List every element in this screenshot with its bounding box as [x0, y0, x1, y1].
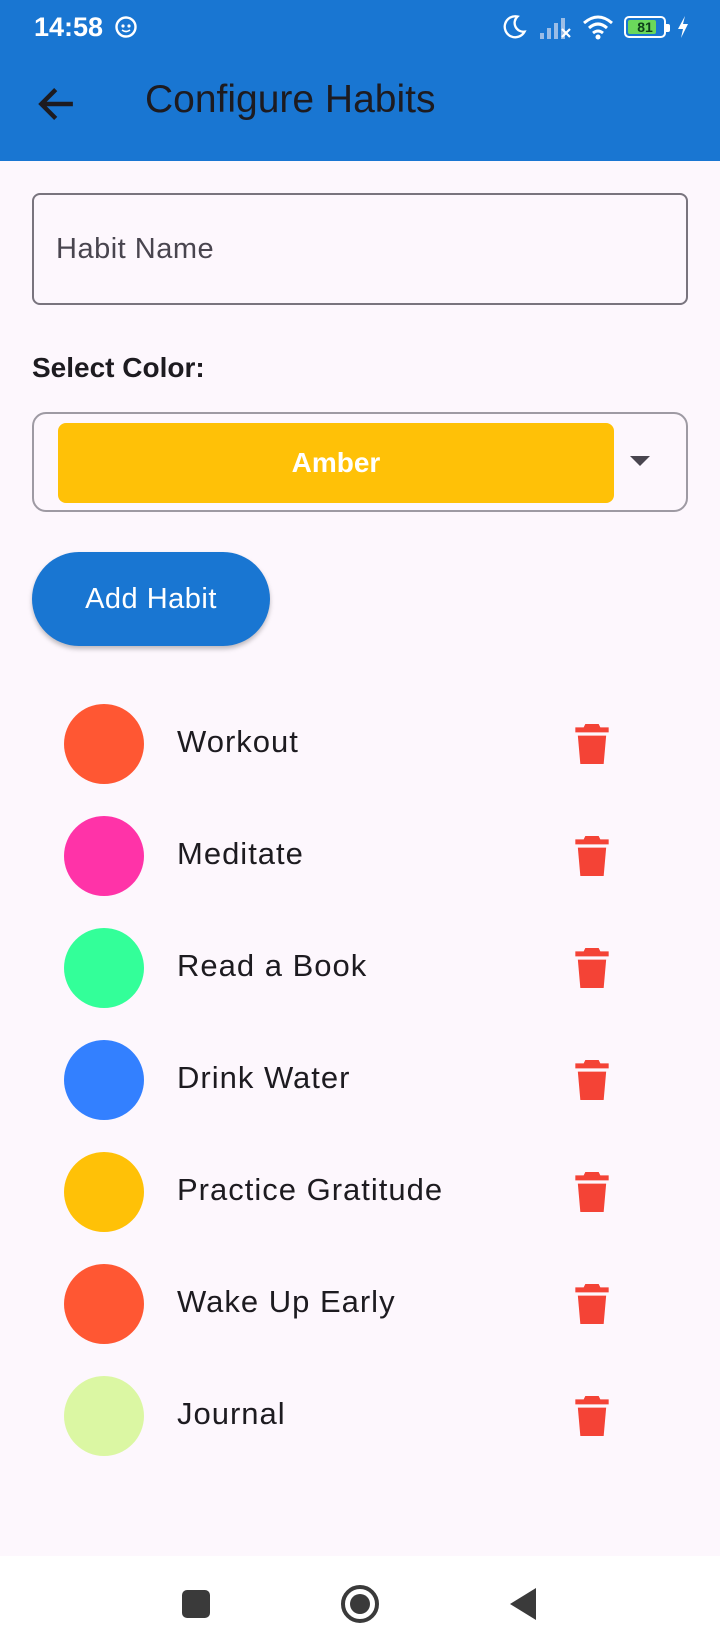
- habit-row[interactable]: Meditate: [0, 800, 720, 912]
- charging-icon: [678, 16, 688, 38]
- back-triangle-icon[interactable]: [502, 1582, 546, 1626]
- habit-color-dot: [64, 1376, 144, 1456]
- habit-name-input[interactable]: [32, 193, 688, 305]
- habit-name: Practice Gratitude: [177, 1172, 444, 1207]
- trash-icon[interactable]: [572, 1058, 612, 1102]
- battery-level: 81: [637, 19, 653, 35]
- chevron-down-icon: [630, 456, 650, 466]
- trash-icon[interactable]: [572, 1282, 612, 1326]
- system-nav-bar: [0, 1556, 720, 1650]
- app-notification-icon: [115, 16, 137, 38]
- trash-icon[interactable]: [572, 722, 612, 766]
- moon-icon: [503, 15, 527, 39]
- habit-color-dot: [64, 1152, 144, 1232]
- habit-color-dot: [64, 928, 144, 1008]
- habit-row[interactable]: Workout: [0, 688, 720, 800]
- page-title: Configure Habits: [145, 78, 436, 121]
- app-bar: 14:58 81 Configure Habits: [0, 0, 720, 161]
- color-dropdown[interactable]: Amber: [32, 412, 688, 512]
- habit-row[interactable]: Read a Book: [0, 912, 720, 1024]
- habit-row[interactable]: Practice Gratitude: [0, 1136, 720, 1248]
- habit-color-dot: [64, 1264, 144, 1344]
- habit-name: Wake Up Early: [177, 1284, 396, 1319]
- trash-icon[interactable]: [572, 946, 612, 990]
- habit-row[interactable]: Journal: [0, 1360, 720, 1472]
- battery-tip: [666, 24, 670, 32]
- trash-icon[interactable]: [572, 834, 612, 878]
- add-habit-button[interactable]: Add Habit: [32, 552, 270, 646]
- status-icons: 81: [500, 12, 690, 42]
- habit-color-dot: [64, 816, 144, 896]
- habit-name: Journal: [177, 1396, 286, 1431]
- selected-color-chip: Amber: [58, 423, 614, 503]
- select-color-label: Select Color:: [32, 352, 205, 383]
- habit-color-dot: [64, 1040, 144, 1120]
- trash-icon[interactable]: [572, 1394, 612, 1438]
- square-icon[interactable]: [174, 1582, 218, 1626]
- battery-icon: 81: [624, 16, 670, 38]
- selected-color-label: Amber: [291, 447, 381, 478]
- arrow-left-icon[interactable]: [34, 82, 78, 126]
- habit-name: Drink Water: [177, 1060, 351, 1095]
- habit-name: Workout: [177, 724, 299, 759]
- home-circle-icon[interactable]: [338, 1582, 382, 1626]
- signal-icon: [540, 18, 571, 39]
- habit-name: Meditate: [177, 836, 304, 871]
- habit-row[interactable]: Drink Water: [0, 1024, 720, 1136]
- status-time: 14:58: [34, 12, 104, 42]
- habit-row[interactable]: Wake Up Early: [0, 1248, 720, 1360]
- habit-color-dot: [64, 704, 144, 784]
- wifi-icon: [583, 15, 613, 40]
- habit-name: Read a Book: [177, 948, 368, 983]
- trash-icon[interactable]: [572, 1170, 612, 1214]
